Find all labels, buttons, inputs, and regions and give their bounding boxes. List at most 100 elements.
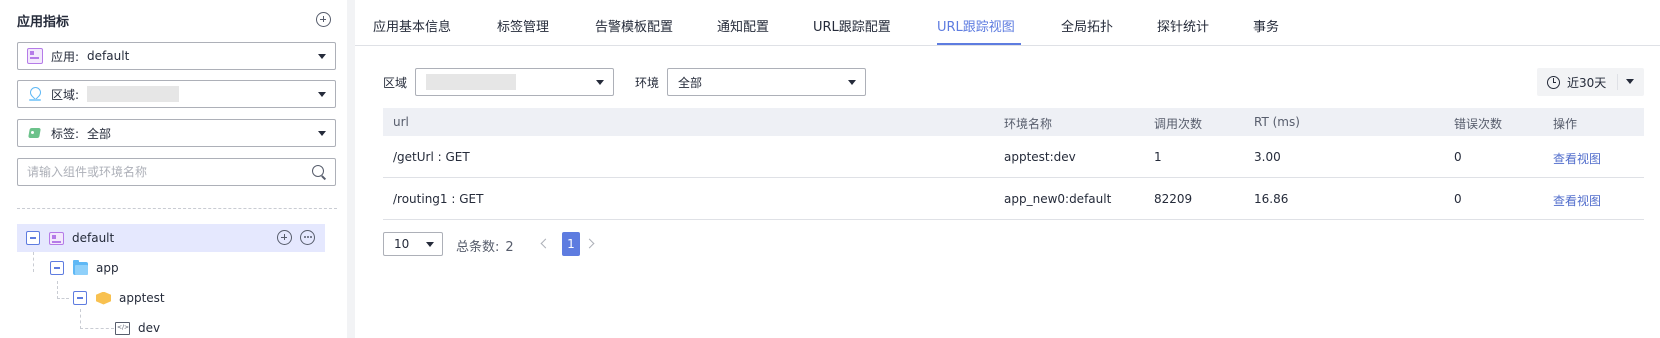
active-tab-indicator <box>937 43 1021 45</box>
view-details-link[interactable]: 查看视图 <box>1553 150 1601 167</box>
region-filter-label: 区域 <box>383 76 408 90</box>
tree-node-label: apptest <box>119 291 165 305</box>
time-range-button[interactable]: 近30天 <box>1537 68 1644 96</box>
chevron-down-icon <box>848 80 856 85</box>
tab-url-tracking-config[interactable]: URL跟踪配置 <box>813 16 891 35</box>
app-icon <box>49 231 64 245</box>
chevron-right-icon[interactable] <box>585 238 597 250</box>
chevron-left-icon[interactable] <box>538 238 550 250</box>
tab-probe-statistics[interactable]: 探针统计 <box>1157 16 1209 35</box>
tree-node-label: dev <box>138 321 161 335</box>
app-select-label: 应用: <box>51 49 80 64</box>
collapse-icon[interactable] <box>26 231 40 245</box>
page-button-current[interactable]: 1 <box>562 232 580 256</box>
component-icon <box>96 291 111 305</box>
component-search-input[interactable] <box>18 159 288 185</box>
more-icon[interactable] <box>300 230 315 245</box>
location-pin-icon <box>27 86 43 102</box>
region-filter-value-redacted <box>426 74 516 90</box>
table-row: /routing1 : GET app_new0:default 82209 1… <box>383 178 1644 220</box>
add-icon[interactable] <box>277 230 292 245</box>
chevron-down-icon <box>318 131 326 136</box>
app-select[interactable]: 应用: default <box>17 42 336 70</box>
tree-node-apptest[interactable]: apptest <box>73 284 165 312</box>
cell-env-name: app_new0:default <box>1004 192 1112 206</box>
region-filter-select[interactable] <box>415 68 614 96</box>
tab-alarm-template-config[interactable]: 告警模板配置 <box>595 16 673 35</box>
app-icon <box>27 48 43 64</box>
tab-app-basic-info[interactable]: 应用基本信息 <box>373 16 451 35</box>
main-panel: 应用基本信息 标签管理 告警模板配置 通知配置 URL跟踪配置 URL跟踪视图 … <box>355 0 1660 338</box>
tree-connector <box>80 328 114 329</box>
tree-connector <box>33 252 34 272</box>
tag-icon <box>27 125 43 141</box>
chevron-down-icon[interactable] <box>1626 79 1634 84</box>
cell-rt: 3.00 <box>1254 150 1281 164</box>
cell-errors: 0 <box>1454 150 1462 164</box>
region-select[interactable]: 区域: <box>17 80 336 108</box>
url-tracking-table: url 环境名称 调用次数 RT (ms) 错误次数 操作 /getUrl : … <box>383 108 1644 220</box>
collapse-icon[interactable] <box>50 261 64 275</box>
cell-url: /routing1 : GET <box>393 192 484 206</box>
chevron-down-icon <box>318 92 326 97</box>
cell-url: /getUrl : GET <box>393 150 470 164</box>
clock-icon <box>1547 75 1560 89</box>
total-count-value: 2 <box>505 240 514 255</box>
page-size-value: 10 <box>394 237 410 251</box>
column-header-calls[interactable]: 调用次数 <box>1154 115 1202 132</box>
column-header-actions: 操作 <box>1553 117 1578 131</box>
page-size-select[interactable]: 10 <box>383 232 443 256</box>
view-details-link[interactable]: 查看视图 <box>1553 192 1601 209</box>
tree-connector <box>57 281 58 299</box>
column-header-rt[interactable]: RT (ms) <box>1254 115 1300 129</box>
tab-global-topology[interactable]: 全局拓扑 <box>1061 16 1113 35</box>
time-range-label: 近30天 <box>1567 75 1607 90</box>
collapse-icon[interactable] <box>73 291 87 305</box>
env-filter-value: 全部 <box>678 75 703 90</box>
env-filter-label: 环境 <box>635 76 660 90</box>
tag-select[interactable]: 标签: 全部 <box>17 119 336 147</box>
cell-calls: 1 <box>1154 150 1162 164</box>
component-search <box>17 158 336 186</box>
add-app-icon[interactable] <box>316 12 331 27</box>
region-select-value-redacted <box>87 86 180 102</box>
chevron-down-icon <box>596 80 604 85</box>
tree-node-app[interactable]: app <box>50 254 119 282</box>
sidebar-divider <box>17 208 337 209</box>
search-icon[interactable] <box>312 165 326 179</box>
pagination: 10 总条数: 2 1 <box>383 232 783 256</box>
cell-errors: 0 <box>1454 192 1462 206</box>
sidebar: 应用指标 应用: default 区域: 标签: 全部 default <box>0 0 347 338</box>
column-header-errors[interactable]: 错误次数 <box>1454 115 1502 132</box>
tag-select-label: 标签: <box>51 126 80 141</box>
chevron-down-icon <box>318 54 326 59</box>
column-header-url[interactable]: url <box>393 115 409 129</box>
tab-bar: 应用基本信息 标签管理 告警模板配置 通知配置 URL跟踪配置 URL跟踪视图 … <box>355 0 1660 46</box>
tab-transactions[interactable]: 事务 <box>1253 16 1279 35</box>
env-filter-select[interactable]: 全部 <box>667 68 866 96</box>
column-header-env-name[interactable]: 环境名称 <box>1004 115 1052 132</box>
app-select-value: default <box>87 49 130 63</box>
cell-rt: 16.86 <box>1254 192 1289 206</box>
tab-tag-management[interactable]: 标签管理 <box>497 16 549 35</box>
total-count-label: 总条数: <box>456 240 500 255</box>
tree-node-label: default <box>72 231 115 245</box>
table-header: url 环境名称 调用次数 RT (ms) 错误次数 操作 <box>383 108 1644 136</box>
tree-node-label: app <box>96 261 119 275</box>
total-count: 总条数: 2 <box>456 236 514 255</box>
sidebar-title: 应用指标 <box>17 15 70 30</box>
tree-connector <box>80 309 81 329</box>
chevron-down-icon <box>426 242 434 247</box>
tab-url-tracking-view[interactable]: URL跟踪视图 <box>937 16 1015 35</box>
tree-node-dev[interactable]: dev <box>115 314 160 338</box>
environment-icon <box>115 321 130 335</box>
cell-calls: 82209 <box>1154 192 1193 206</box>
tab-notification-config[interactable]: 通知配置 <box>717 16 769 35</box>
region-select-label: 区域: <box>51 87 80 102</box>
folder-icon <box>73 259 88 275</box>
cell-env-name: apptest:dev <box>1004 150 1076 164</box>
tree-node-default[interactable]: default <box>17 224 325 252</box>
table-row: /getUrl : GET apptest:dev 1 3.00 0 查看视图 <box>383 136 1644 178</box>
tag-select-value: 全部 <box>87 126 112 141</box>
divider <box>1617 74 1618 90</box>
